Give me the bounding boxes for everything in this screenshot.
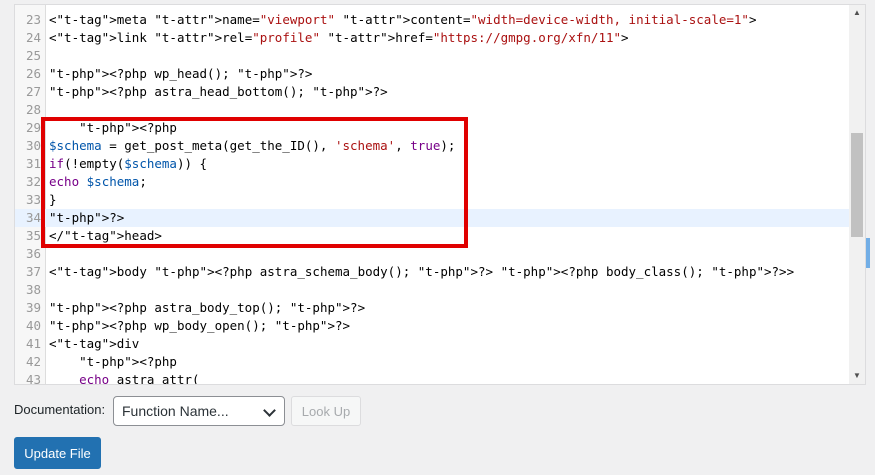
function-name-select[interactable]: Function Name... <box>113 396 285 426</box>
code-text[interactable]: "t-php"><?php <box>49 119 177 137</box>
line-number: 40 <box>25 318 41 333</box>
code-line[interactable]: 40 "t-php"><?php wp_body_open(); "t-php">… <box>15 317 849 335</box>
edge-focus-marker <box>866 238 870 268</box>
line-number: 26 <box>25 66 41 81</box>
line-number: 42 <box>25 354 41 369</box>
line-number: 29 <box>25 120 41 135</box>
line-number: 36 <box>25 246 41 261</box>
line-number: 25 <box>25 48 41 63</box>
line-number: 28 <box>25 102 41 117</box>
code-line[interactable]: 28 <box>15 101 849 119</box>
line-number: 23 <box>25 12 41 27</box>
line-number: 35 <box>25 228 41 243</box>
code-text[interactable]: "t-php"><?php wp_head(); "t-php">?> <box>49 65 312 83</box>
code-line[interactable]: 37 <"t-tag">body "t-php"><?php astra_sche… <box>15 263 849 281</box>
code-text[interactable]: "t-php"><?php wp_body_open(); "t-php">?> <box>49 317 350 335</box>
code-line[interactable]: 34 "t-php">?> <box>15 209 849 227</box>
line-number: 43 <box>25 372 41 385</box>
line-number: 39 <box>25 300 41 315</box>
line-number: 24 <box>25 30 41 45</box>
code-line[interactable]: 33} <box>15 191 849 209</box>
code-line[interactable]: 43 echo astra_attr( <box>15 371 849 385</box>
scroll-up-arrow-icon[interactable]: ▲ <box>849 5 865 21</box>
code-line[interactable]: 42 "t-php"><?php <box>15 353 849 371</box>
code-line[interactable]: 41 <"t-tag">div <box>15 335 849 353</box>
code-text[interactable]: $schema = get_post_meta(get_the_ID(), 's… <box>49 137 455 155</box>
update-file-button[interactable]: Update File <box>14 437 101 469</box>
code-text[interactable]: <"t-tag">link "t-attr">rel="profile" "t-… <box>49 29 629 47</box>
code-text[interactable]: echo astra_attr( <box>49 371 199 384</box>
code-line[interactable]: 38 <box>15 281 849 299</box>
code-text[interactable]: echo $schema; <box>49 173 147 191</box>
code-line[interactable]: 27 "t-php"><?php astra_head_bottom(); "t-… <box>15 83 849 101</box>
line-number: 38 <box>25 282 41 297</box>
code-text[interactable]: <"t-tag">div <box>49 335 139 353</box>
code-line[interactable]: 26 "t-php"><?php wp_head(); "t-php">?> <box>15 65 849 83</box>
line-number: 32 <box>25 174 41 189</box>
code-line[interactable]: 25 <box>15 47 849 65</box>
code-text[interactable]: <"t-tag">meta "t-attr">name="viewport" "… <box>49 11 756 29</box>
code-line[interactable]: 24 <"t-tag">link "t-attr">rel="profile" "… <box>15 29 849 47</box>
code-text[interactable]: "t-php"><?php astra_body_top(); "t-php">… <box>49 299 365 317</box>
code-line[interactable]: 35 </"t-tag">head> <box>15 227 849 245</box>
code-line[interactable]: 31 if(!empty($schema)) { <box>15 155 849 173</box>
code-text[interactable]: if(!empty($schema)) { <box>49 155 207 173</box>
code-text[interactable]: "t-php"><?php <box>49 353 177 371</box>
line-number: 41 <box>25 336 41 351</box>
code-line[interactable]: 39 "t-php"><?php astra_body_top(); "t-php… <box>15 299 849 317</box>
look-up-button[interactable]: Look Up <box>291 396 361 426</box>
function-name-select-value: Function Name... <box>122 403 229 419</box>
line-number: 37 <box>25 264 41 279</box>
code-line[interactable]: 36 <box>15 245 849 263</box>
line-number: 31 <box>25 156 41 171</box>
code-text[interactable]: <"t-tag">body "t-php"><?php astra_schema… <box>49 263 794 281</box>
code-line[interactable]: 23 <"t-tag">meta "t-attr">name="viewport"… <box>15 11 849 29</box>
code-editor[interactable]: 23 <"t-tag">meta "t-attr">name="viewport"… <box>14 4 866 385</box>
line-number: 30 <box>25 138 41 153</box>
line-number: 33 <box>25 192 41 207</box>
code-text[interactable]: "t-php"><?php astra_head_bottom(); "t-ph… <box>49 83 388 101</box>
code-line[interactable]: 32 echo $schema; <box>15 173 849 191</box>
line-number: 27 <box>25 84 41 99</box>
editor-scrollbar[interactable]: ▲ ▼ <box>849 5 865 384</box>
scroll-down-arrow-icon[interactable]: ▼ <box>849 368 865 384</box>
code-line[interactable]: 29 "t-php"><?php <box>15 119 849 137</box>
chevron-down-icon <box>263 404 276 417</box>
code-text[interactable]: "t-php">?> <box>49 209 124 227</box>
code-text[interactable]: } <box>49 191 57 209</box>
scroll-thumb[interactable] <box>851 133 863 237</box>
documentation-label: Documentation: <box>14 402 106 417</box>
code-line[interactable]: 30 $schema = get_post_meta(get_the_ID(), … <box>15 137 849 155</box>
code-text[interactable]: </"t-tag">head> <box>49 227 162 245</box>
line-number: 34 <box>25 210 41 225</box>
